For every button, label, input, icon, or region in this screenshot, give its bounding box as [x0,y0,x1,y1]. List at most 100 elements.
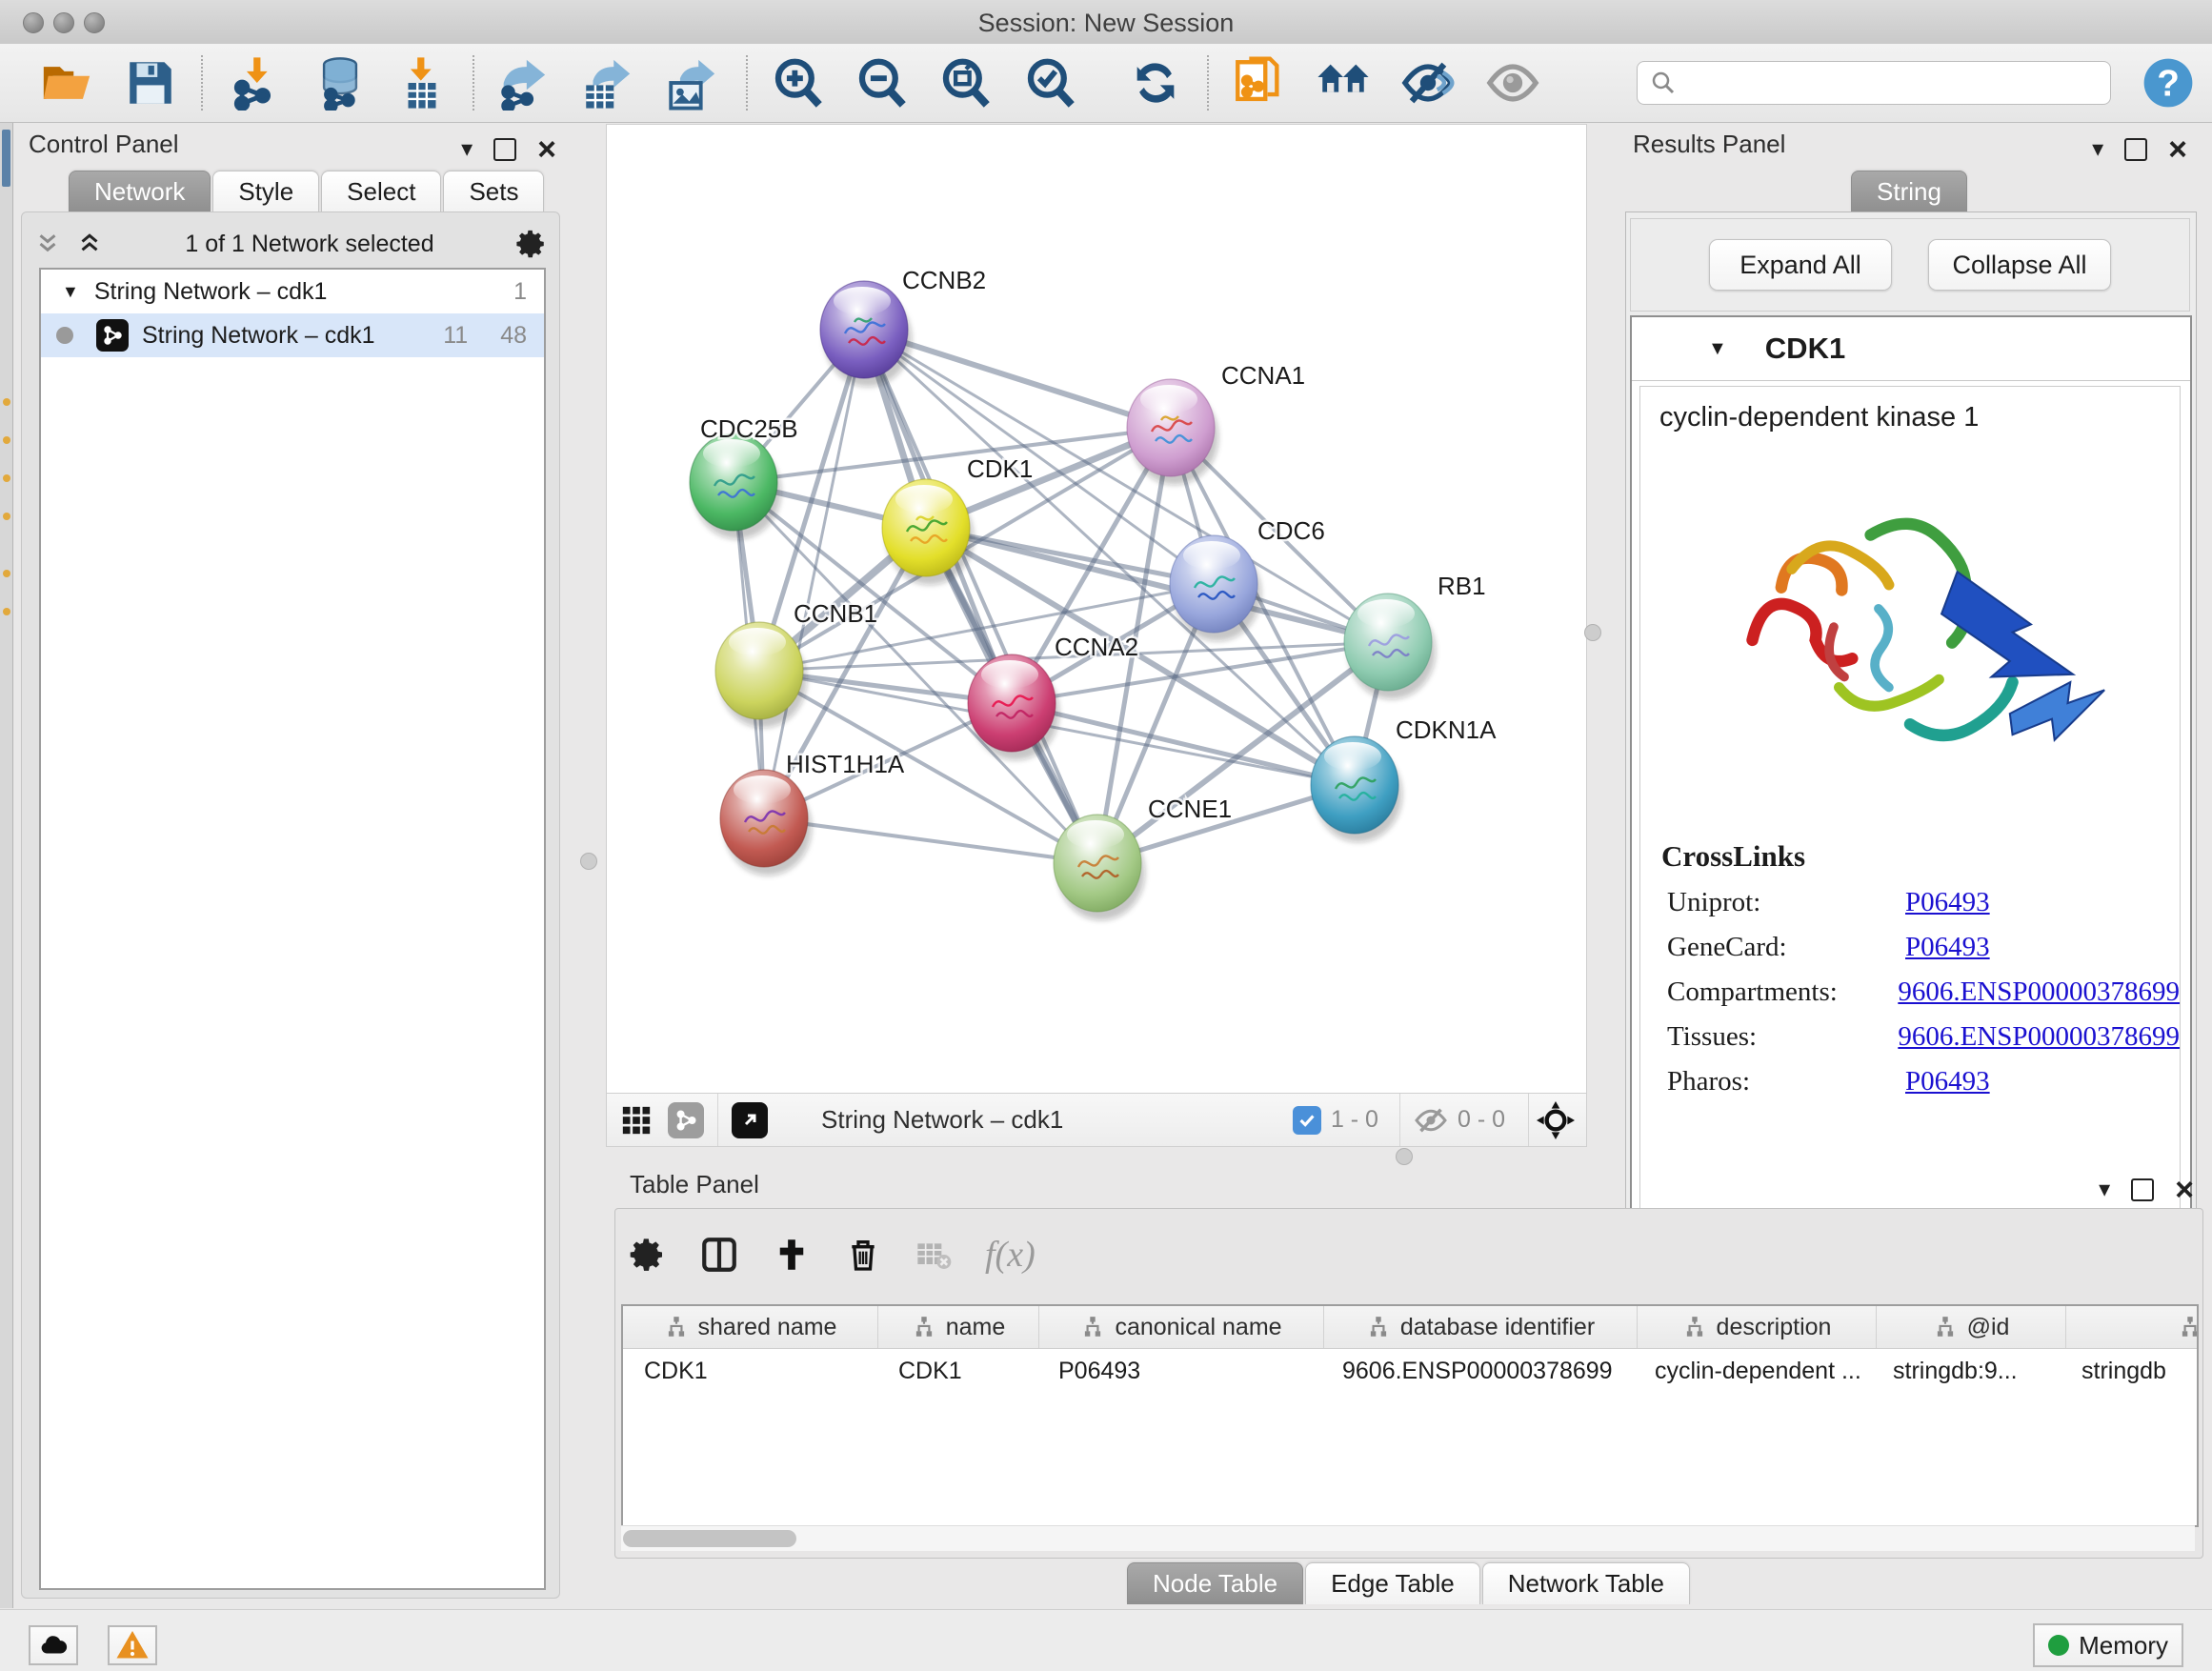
network-node-ccne1[interactable] [1054,815,1145,920]
network-row-selected[interactable]: String Network – cdk1 11 48 [41,313,544,357]
float-panel-icon[interactable] [2124,138,2147,161]
show-all-button[interactable] [1482,52,1543,113]
table-options-gear-icon[interactable] [629,1236,667,1274]
float-menu-icon[interactable]: ▾ [2099,1178,2110,1201]
new-network-from-selection-button[interactable] [1228,52,1289,113]
zoom-out-button[interactable] [852,52,913,113]
column-header-name[interactable]: name [878,1306,1039,1348]
open-session-button[interactable] [36,52,97,113]
entry-expander-icon[interactable]: ▼ [1708,338,1727,360]
fit-selection-crosshair-icon[interactable] [1537,1101,1575,1139]
network-node-hist1h1a[interactable] [720,770,812,876]
network-collection-row[interactable]: ▼ String Network – cdk1 1 [41,270,544,313]
float-menu-icon[interactable]: ▾ [2092,138,2103,161]
float-panel-icon[interactable] [2131,1178,2154,1201]
crosslink-link[interactable]: 9606.ENSP00000378699 [1898,976,2180,1008]
network-canvas[interactable]: CCNB2CCNA1CDC25BCDK1CDC6RB1CCNB1CCNA2CDK… [606,124,1587,1094]
collapse-all-button[interactable]: Collapse All [1928,239,2111,291]
export-network-button[interactable] [492,52,553,113]
export-image-button[interactable] [661,52,722,113]
table-cell[interactable]: stringdb [2061,1349,2199,1393]
tab-node-table[interactable]: Node Table [1127,1562,1303,1604]
network-node-ccna2[interactable] [968,654,1059,760]
function-builder-icon[interactable]: f(x) [985,1234,1036,1276]
table-cell[interactable]: CDK1 [877,1349,1037,1393]
warnings-button[interactable] [108,1625,157,1665]
search-input[interactable] [1685,69,2110,97]
left-splitter-handle[interactable] [580,853,597,870]
delete-column-icon[interactable] [844,1236,882,1274]
table-cell[interactable]: cyclin-dependent ... [1634,1349,1872,1393]
search-box[interactable] [1637,61,2111,105]
selected-checkbox-icon[interactable] [1293,1106,1321,1135]
zoom-in-button[interactable] [768,52,829,113]
float-panel-icon[interactable] [493,138,516,161]
table-horizontal-scrollbar[interactable] [621,1525,2195,1551]
add-column-icon[interactable] [772,1235,812,1275]
column-header-namespace[interactable]: namespace [2066,1306,2199,1348]
delete-table-icon[interactable] [915,1236,953,1274]
column-header-databaseidentifier[interactable]: database identifier [1324,1306,1638,1348]
import-network-file-icon[interactable] [228,52,289,113]
network-node-ccna1[interactable] [1127,379,1218,485]
crosslink-link[interactable]: P06493 [1905,932,1990,963]
tab-network-table[interactable]: Network Table [1482,1562,1690,1604]
tab-string[interactable]: String [1851,171,1967,212]
table-cell[interactable]: CDK1 [623,1349,877,1393]
apply-preferred-layout-button[interactable] [1125,52,1186,113]
grid-view-icon[interactable] [620,1104,653,1137]
column-header-id[interactable]: @id [1877,1306,2066,1348]
column-header-sharedname[interactable]: shared name [623,1306,878,1348]
network-node-cdk1[interactable] [882,479,974,585]
crosslink-link[interactable]: 9606.ENSP00000378699 [1898,1021,2180,1053]
memory-button[interactable]: Memory [2033,1623,2183,1667]
network-node-ccnb2[interactable] [820,281,912,387]
tab-network[interactable]: Network [69,171,211,212]
column-header-description[interactable]: description [1638,1306,1877,1348]
close-panel-icon[interactable]: × [537,133,556,166]
export-table-button[interactable] [576,52,637,113]
birdseye-view-icon[interactable] [732,1102,768,1138]
float-menu-icon[interactable]: ▾ [461,138,473,161]
help-button[interactable]: ? [2138,52,2199,113]
crosslink-link[interactable]: P06493 [1905,887,1990,918]
zoom-selected-button[interactable] [1020,52,1081,113]
hidden-eye-icon[interactable] [1414,1103,1448,1137]
collapse-all-icon[interactable] [33,230,62,258]
scrollbar-thumb[interactable] [623,1530,796,1547]
tab-select[interactable]: Select [321,171,441,212]
bottom-splitter-handle[interactable] [1396,1148,1413,1165]
tab-sets[interactable]: Sets [443,171,544,212]
edge-ccnb2-ccne1[interactable] [864,330,1097,863]
select-columns-icon[interactable] [699,1235,739,1275]
expand-all-button[interactable]: Expand All [1709,239,1892,291]
tab-edge-table[interactable]: Edge Table [1305,1562,1480,1604]
table-cell[interactable]: stringdb:9... [1872,1349,2061,1393]
close-panel-icon[interactable]: × [2168,133,2187,166]
zoom-fit-button[interactable] [935,52,996,113]
import-network-database-icon[interactable] [310,52,371,113]
network-view-share-icon[interactable] [668,1102,704,1138]
cdk1-entry-header[interactable]: ▼ CDK1 [1632,317,2190,381]
import-table-file-icon[interactable] [392,52,452,113]
collection-expander-icon[interactable]: ▼ [62,282,79,302]
cloud-status-button[interactable] [29,1625,78,1665]
network-node-rb1[interactable] [1344,594,1436,699]
tab-style[interactable]: Style [212,171,319,212]
table-row[interactable]: CDK1CDK1P064939606.ENSP00000378699cyclin… [623,1349,2197,1393]
network-node-cdkn1a[interactable] [1311,736,1402,842]
column-header-canonicalname[interactable]: canonical name [1039,1306,1324,1348]
network-options-gear-icon[interactable] [515,228,548,260]
expand-all-icon[interactable] [75,230,104,258]
close-panel-icon[interactable]: × [2175,1174,2194,1206]
home-button[interactable] [1313,52,1374,113]
crosslink-row: Pharos:P06493 [1667,1066,2180,1097]
hide-selected-button[interactable] [1398,52,1458,113]
save-session-button[interactable] [120,52,181,113]
right-splitter-handle[interactable] [1584,624,1601,641]
edge-hist1h1a-ccne1[interactable] [764,818,1097,863]
table-cell[interactable]: P06493 [1037,1349,1321,1393]
crosslink-link[interactable]: P06493 [1905,1066,1990,1097]
table-cell[interactable]: 9606.ENSP00000378699 [1321,1349,1634,1393]
network-node-cdc25b[interactable] [690,433,781,539]
